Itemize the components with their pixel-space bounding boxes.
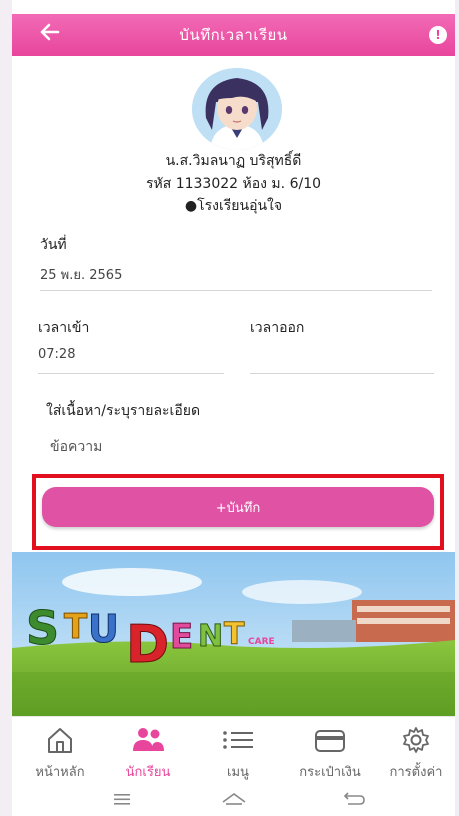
- student-care-banner: S T U D E N T CARE: [12, 552, 455, 716]
- svg-text:S: S: [26, 601, 59, 655]
- save-button[interactable]: +บันทึก: [42, 487, 434, 527]
- svg-text:CARE: CARE: [248, 637, 275, 647]
- nav-home[interactable]: หน้าหลัก: [18, 717, 102, 785]
- student-id: รหัส 1133022 ห้อง ม. 6/10: [145, 176, 322, 192]
- time-in-underline: [38, 373, 224, 374]
- avatar: [192, 68, 282, 150]
- nav-menu-label: เมนู: [227, 765, 249, 780]
- student-name: น.ส.วิมลนาฏ บริสุทธิ์ดี: [165, 153, 302, 169]
- date-label: วันที่: [40, 237, 67, 253]
- svg-text:D: D: [126, 615, 169, 675]
- date-underline: [40, 290, 432, 291]
- home-icon: [45, 725, 75, 755]
- svg-text:N: N: [198, 619, 223, 654]
- detail-label: ใส่เนื้อหา/ระบุรายละเอียด: [46, 403, 201, 419]
- school-name: ●โรงเรียนอุ่นใจ: [184, 198, 283, 214]
- nav-students[interactable]: นักเรียน: [106, 717, 190, 785]
- svg-text:T: T: [64, 607, 88, 647]
- menu-list-icon: [221, 725, 255, 755]
- nav-wallet[interactable]: กระเป๋าเงิน: [284, 717, 376, 785]
- svg-text:U: U: [88, 607, 119, 651]
- back-button[interactable]: [38, 20, 60, 50]
- app-screen: บันทึกเวลาเรียน ! น.ส.วิมลนาฏ บริสุทธิ์ด…: [12, 0, 455, 816]
- svg-text:E: E: [170, 617, 193, 657]
- time-out-underline: [250, 373, 434, 374]
- bottom-navigation: หน้าหลัก นักเรียน เมนู กระเป๋าเงิน การตั…: [12, 716, 455, 784]
- arrow-left-icon: [40, 23, 60, 41]
- back-system-icon[interactable]: [342, 790, 366, 813]
- app-header: บันทึกเวลาเรียน !: [12, 14, 455, 56]
- gear-icon: [401, 725, 431, 755]
- nav-students-label: นักเรียน: [125, 765, 171, 780]
- nav-settings-label: การตั้งค่า: [389, 765, 443, 780]
- time-in-label: เวลาเข้า: [38, 320, 90, 336]
- home-system-icon[interactable]: [220, 790, 248, 813]
- students-icon: [130, 725, 166, 755]
- recent-apps-icon[interactable]: [112, 790, 132, 813]
- nav-menu[interactable]: เมนู: [198, 717, 278, 785]
- time-in-field[interactable]: 07:28: [38, 347, 75, 362]
- info-icon[interactable]: !: [429, 26, 447, 44]
- nav-settings[interactable]: การตั้งค่า: [378, 717, 454, 785]
- nav-wallet-label: กระเป๋าเงิน: [299, 765, 361, 780]
- time-out-label: เวลาออก: [250, 320, 305, 336]
- page-title: บันทึกเวลาเรียน: [179, 26, 288, 44]
- nav-home-label: หน้าหลัก: [35, 765, 85, 780]
- system-navigation-bar: [12, 784, 455, 816]
- svg-text:T: T: [224, 617, 245, 652]
- wallet-icon: [313, 725, 347, 755]
- date-field[interactable]: 25 พ.ย. 2565: [40, 264, 122, 285]
- detail-input[interactable]: ข้อความ: [50, 436, 102, 458]
